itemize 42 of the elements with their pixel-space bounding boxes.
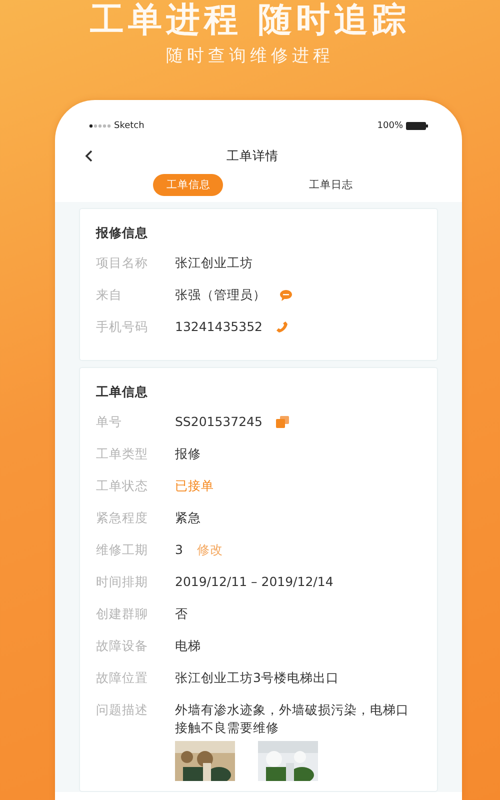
field-label: 紧急程度 [96,509,149,527]
field-label: 工单类型 [96,445,149,463]
edit-link[interactable]: 修改 [196,542,223,558]
back-icon[interactable] [85,150,93,162]
battery-icon [406,122,428,130]
field-value: 报修 [175,445,201,463]
status-value: 已接单 [175,477,214,495]
field-value: 3 [175,541,183,559]
field-value: 外墙有渗水迹象，外墙破损污染，电梯口接触不良需要维修 [175,701,410,737]
phone-icon[interactable] [276,321,288,333]
page-title: 工单详情 [226,148,280,164]
signal-icon [89,124,111,128]
banner-title: 工单进程 随时追踪 [90,0,410,40]
field-label: 项目名称 [96,254,149,272]
section-title: 报修信息 [96,225,149,242]
carrier-name: Sketch [114,121,144,131]
field-value: SS201537245 [175,413,262,431]
field-value: 张江创业工坊 [175,254,253,272]
copy-icon[interactable] [276,416,290,428]
field-value: 2019/12/11 – 2019/12/14 [175,573,334,591]
field-value: 13241435352 [175,318,262,336]
section-title: 工单信息 [96,384,149,401]
field-label: 时间排期 [96,573,149,591]
battery-percent: 100% [377,121,403,131]
tab[interactable]: 工单日志 [296,174,366,196]
banner-subtitle: 随时查询维修进程 [166,45,334,67]
tab[interactable]: 工单信息 [153,174,224,196]
field-label: 创建群聊 [96,605,149,623]
field-label: 单号 [96,413,123,431]
field-value: 电梯 [175,637,201,655]
field-label: 工单状态 [96,477,149,495]
field-label: 维修工期 [96,541,149,559]
field-label: 故障设备 [96,637,149,655]
field-value: 紧急 [175,509,201,527]
field-label: 手机号码 [96,318,149,336]
field-value: 张江创业工坊3号楼电梯出口 [175,669,339,687]
field-label: 故障位置 [96,669,149,687]
field-value: 否 [175,605,188,623]
field-label: 问题描述 [96,701,149,719]
field-value: 张强（管理员） [175,286,266,304]
chat-icon[interactable] [280,290,292,300]
field-label: 来自 [96,286,123,304]
